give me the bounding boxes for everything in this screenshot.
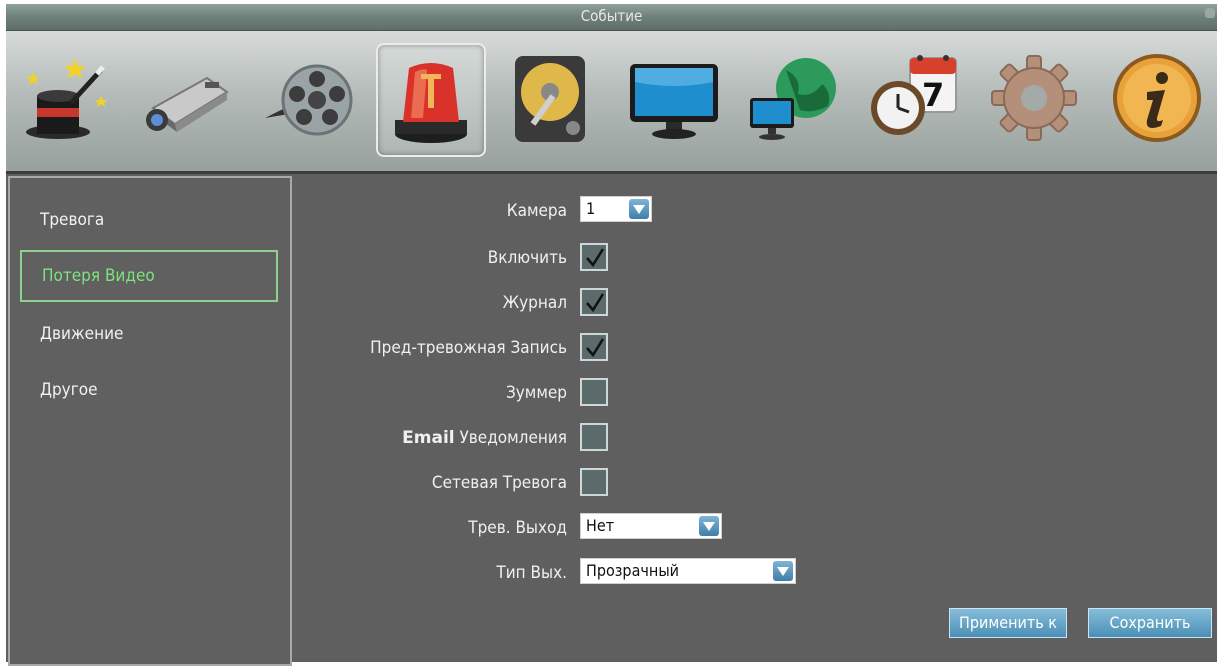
window-title: Событие (580, 7, 643, 25)
alarm-out-label: Трев. Выход (468, 518, 567, 538)
save-button[interactable]: Сохранить (1088, 608, 1212, 638)
prealarm-checkbox[interactable] (580, 333, 608, 361)
disk-tab[interactable] (498, 43, 604, 153)
apply-to-button[interactable]: Применить к (949, 608, 1067, 638)
camera-row: Камера 1 (296, 196, 1217, 226)
prealarm-label: Пред-тревожная Запись (370, 338, 567, 358)
display-tab[interactable] (621, 43, 727, 153)
playback-tab[interactable] (256, 43, 362, 153)
event-sidebar: Тревога Потеря Видео Движение Другое (8, 176, 292, 666)
calendar-day-text: 7 (922, 76, 944, 114)
alarm-siren-icon (395, 63, 467, 143)
buzzer-row: Зуммер (296, 378, 1217, 408)
schedule-tab[interactable]: 7 (861, 43, 967, 153)
network-tab[interactable] (739, 43, 845, 153)
event-window: Событие 7 Тревога Потеря Видео Движение … (6, 4, 1217, 666)
magic-hat-icon (26, 58, 107, 139)
camera-select-value: 1 (586, 199, 596, 218)
buzzer-checkbox[interactable] (580, 378, 608, 406)
monitor-icon (630, 64, 718, 139)
out-type-label: Тип Вых. (496, 563, 567, 583)
title-bar: Событие (6, 4, 1217, 31)
alarm-out-row: Трев. Выход Нет (296, 513, 1217, 543)
out-type-select[interactable]: Прозрачный (580, 558, 796, 584)
camera-tab[interactable] (132, 43, 238, 153)
camera-select[interactable]: 1 (580, 196, 652, 222)
checkmark-icon (586, 293, 605, 313)
video-loss-settings: Камера 1 Включить Журнал Пред-тревожная … (296, 176, 1217, 662)
network-globe-icon (750, 58, 836, 140)
prealarm-row: Пред-тревожная Запись (296, 333, 1217, 363)
enable-checkbox[interactable] (580, 243, 608, 271)
email-label: Email Уведомления (402, 423, 567, 453)
checkmark-icon (586, 248, 605, 268)
event-tab[interactable] (376, 43, 486, 157)
info-tab[interactable] (1104, 43, 1210, 153)
close-icon[interactable] (1205, 8, 1215, 18)
settings-tab[interactable] (981, 43, 1087, 153)
email-label-text: Уведомления (459, 428, 567, 448)
hard-disk-icon (515, 56, 585, 142)
chevron-down-icon (699, 516, 719, 536)
net-alarm-checkbox[interactable] (580, 468, 608, 496)
enable-label: Включить (487, 248, 567, 268)
sidebar-item-alarm[interactable]: Тревога (20, 194, 278, 246)
log-row: Журнал (296, 288, 1217, 318)
alarm-out-select[interactable]: Нет (580, 513, 722, 539)
log-label: Журнал (502, 293, 567, 313)
net-alarm-label: Сетевая Тревога (431, 473, 567, 493)
email-row: Email Уведомления (296, 423, 1217, 453)
schedule-calendar-icon: 7 (871, 55, 957, 135)
sidebar-item-video-loss[interactable]: Потеря Видео (20, 250, 278, 302)
enable-row: Включить (296, 243, 1217, 273)
film-reel-icon (265, 64, 353, 136)
chevron-down-icon (629, 199, 649, 219)
checkmark-icon (586, 338, 605, 358)
settings-gear-icon (991, 55, 1077, 141)
info-icon (1113, 54, 1201, 142)
camera-icon (146, 76, 229, 132)
buzzer-label: Зуммер (505, 383, 567, 403)
camera-label: Камера (506, 201, 567, 221)
out-type-select-value: Прозрачный (586, 561, 680, 580)
email-label-bold: Email (402, 428, 455, 448)
log-checkbox[interactable] (580, 288, 608, 316)
wizard-tab[interactable] (10, 43, 116, 153)
out-type-row: Тип Вых. Прозрачный (296, 558, 1217, 588)
net-alarm-row: Сетевая Тревога (296, 468, 1217, 498)
main-toolbar: 7 (6, 31, 1217, 174)
email-checkbox[interactable] (580, 423, 608, 451)
alarm-out-select-value: Нет (586, 516, 615, 535)
sidebar-item-motion[interactable]: Движение (20, 308, 278, 360)
sidebar-item-other[interactable]: Другое (20, 364, 278, 416)
chevron-down-icon (773, 561, 793, 581)
